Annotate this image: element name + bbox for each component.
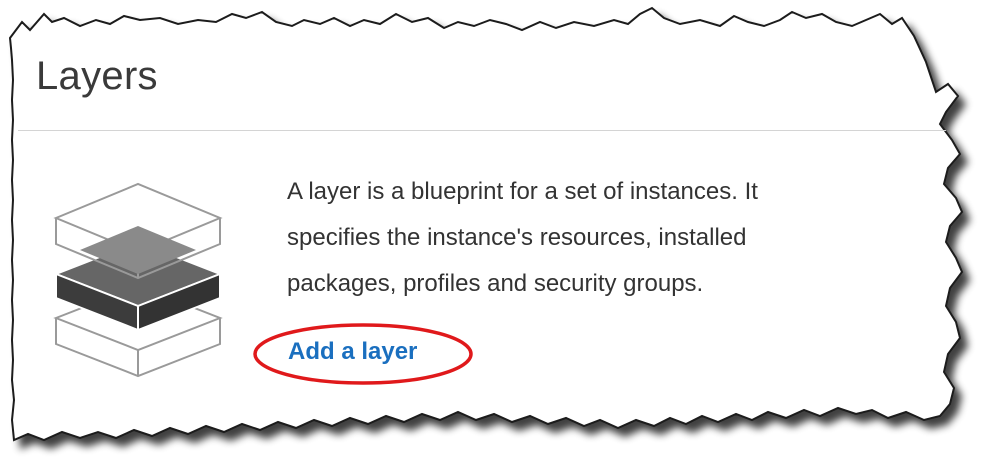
page-title: Layers bbox=[36, 54, 158, 98]
add-layer-link[interactable]: Add a layer bbox=[288, 336, 417, 368]
description-line-1: A layer is a blueprint for a set of inst… bbox=[287, 178, 758, 205]
title-divider bbox=[18, 130, 946, 131]
description-line-2: specifies the instance's resources, inst… bbox=[287, 224, 747, 251]
description-line-3: packages, profiles and security groups. bbox=[287, 270, 704, 297]
layers-description: A layer is a blueprint for a set of inst… bbox=[287, 169, 887, 307]
layers-stack-icon bbox=[53, 182, 223, 378]
